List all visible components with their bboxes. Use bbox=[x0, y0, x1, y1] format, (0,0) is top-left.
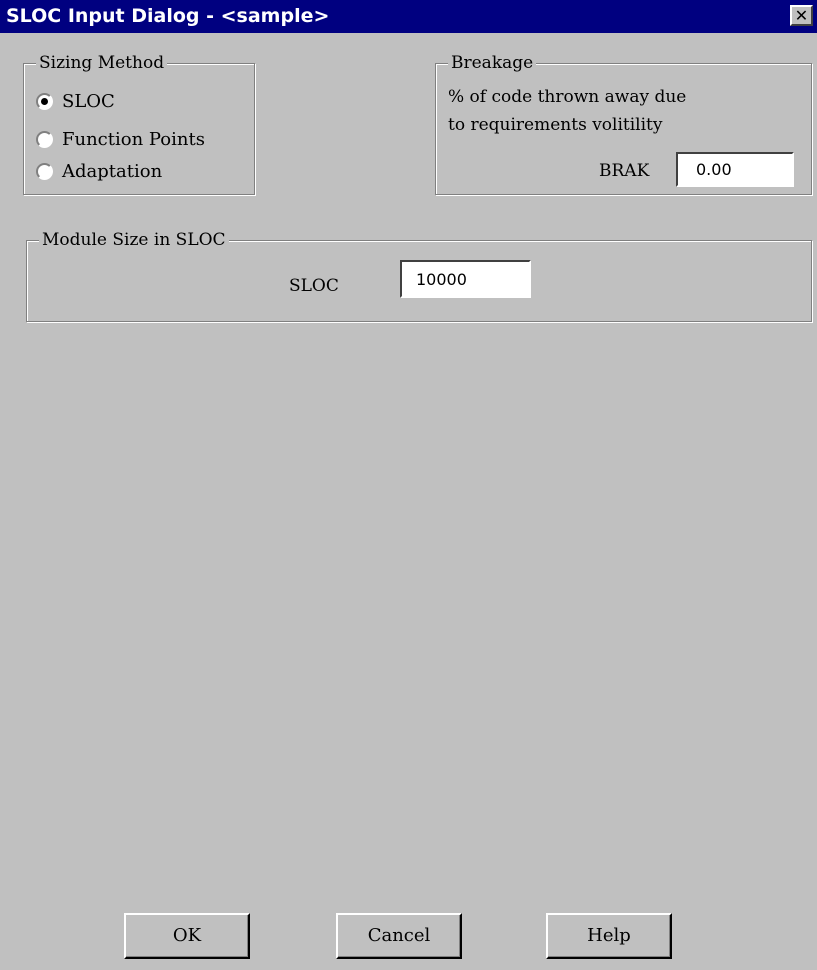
brak-input[interactable]: 0.00 bbox=[676, 152, 794, 187]
close-icon: ✕ bbox=[794, 6, 809, 25]
breakage-group: Breakage % of code thrown away due to re… bbox=[435, 53, 812, 195]
brak-input-value: 0.00 bbox=[696, 160, 732, 179]
sloc-input-value: 10000 bbox=[416, 269, 467, 289]
radio-option-sloc[interactable]: SLOC bbox=[36, 90, 115, 112]
module-size-group: Module Size in SLOC SLOC 10000 bbox=[26, 230, 812, 322]
title-bar: SLOC Input Dialog - <sample> ✕ bbox=[0, 0, 817, 33]
radio-label-adaptation: Adaptation bbox=[62, 160, 163, 182]
breakage-description-line1: % of code thrown away due bbox=[448, 87, 687, 107]
sizing-method-legend: Sizing Method bbox=[36, 53, 168, 73]
close-button[interactable]: ✕ bbox=[790, 5, 813, 26]
window-title: SLOC Input Dialog - <sample> bbox=[6, 5, 330, 27]
radio-button-icon[interactable] bbox=[36, 92, 53, 110]
breakage-legend: Breakage bbox=[448, 53, 537, 73]
radio-button-icon[interactable] bbox=[36, 130, 53, 148]
radio-label-function-points: Function Points bbox=[62, 128, 205, 150]
cancel-button[interactable]: Cancel bbox=[336, 913, 462, 959]
radio-option-adaptation[interactable]: Adaptation bbox=[36, 160, 162, 182]
breakage-description-line2: to requirements volitility bbox=[448, 115, 663, 135]
sizing-method-group: Sizing Method SLOC Function Points Adapt… bbox=[23, 53, 255, 195]
radio-option-function-points[interactable]: Function Points bbox=[36, 128, 205, 150]
radio-button-icon[interactable] bbox=[36, 162, 53, 180]
module-size-legend: Module Size in SLOC bbox=[39, 230, 229, 250]
radio-label-sloc: SLOC bbox=[62, 90, 115, 112]
brak-label: BRAK bbox=[599, 161, 650, 181]
ok-button[interactable]: OK bbox=[124, 913, 250, 959]
sloc-input[interactable]: 10000 bbox=[400, 260, 531, 298]
radio-selected-dot bbox=[41, 97, 48, 105]
sloc-label: SLOC bbox=[289, 276, 339, 296]
help-button[interactable]: Help bbox=[546, 913, 672, 959]
